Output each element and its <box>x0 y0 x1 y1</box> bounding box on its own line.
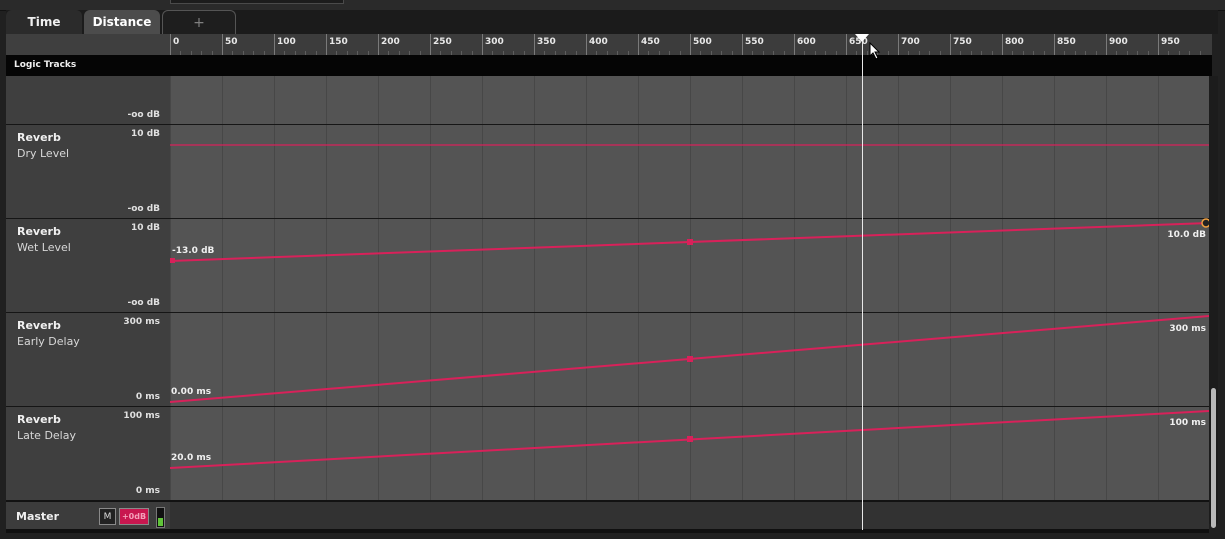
logic-tracks-header: Logic Tracks <box>6 55 1212 76</box>
ruler-tick <box>898 34 899 55</box>
track-name: Reverb <box>17 225 61 238</box>
wet-end-label: 10.0 dB <box>1167 230 1206 240</box>
ruler-tick <box>274 34 275 55</box>
track-name: Reverb <box>17 413 61 426</box>
track-min: -oo dB <box>127 298 160 308</box>
track-min: 0 ms <box>135 392 160 402</box>
wet-mid-point[interactable] <box>687 239 693 245</box>
late-start-label: 20.0 ms <box>171 453 211 463</box>
top-slot <box>170 0 344 4</box>
track-name: Reverb <box>17 131 61 144</box>
master-label-area: Master M +0dB <box>6 502 170 531</box>
ruler-tick <box>430 34 431 55</box>
ruler-tick-label: 350 <box>537 37 556 47</box>
ruler-tick <box>378 34 379 55</box>
ruler-tick <box>1158 34 1159 55</box>
ruler-tick-label: 950 <box>1161 37 1180 47</box>
track-param: Late Delay <box>17 429 76 442</box>
ruler-tick <box>1106 34 1107 55</box>
ruler-tick-label: 150 <box>329 37 348 47</box>
ruler-tick-label: 400 <box>589 37 608 47</box>
ruler-tick-label: 200 <box>381 37 400 47</box>
early-end-label: 300 ms <box>1169 324 1206 334</box>
track-max: 100 ms <box>123 411 160 421</box>
ruler-tick-label: 300 <box>485 37 504 47</box>
track-max: 10 dB <box>131 129 160 139</box>
tab-time[interactable]: Time <box>6 10 82 34</box>
ruler-tick-label: 50 <box>225 37 238 47</box>
ruler-tick-label: 550 <box>745 37 764 47</box>
ruler-tick-label: 750 <box>953 37 972 47</box>
meter-fill <box>158 518 163 526</box>
ruler-tick <box>794 34 795 55</box>
track-param: Wet Level <box>17 241 71 254</box>
ruler-spacer <box>6 34 170 55</box>
track-label-0[interactable]: -oo dB <box>6 76 170 124</box>
ruler-tick-label: 500 <box>693 37 712 47</box>
wet-end-point[interactable] <box>1201 218 1209 228</box>
early-start-label: 0.00 ms <box>171 387 211 397</box>
ruler-tick <box>222 34 223 55</box>
track-label-early-delay[interactable]: Reverb Early Delay 300 ms 0 ms <box>6 312 170 406</box>
track-label-dry-level[interactable]: Reverb Dry Level 10 dB -oo dB <box>6 124 170 218</box>
track-param: Dry Level <box>17 147 70 160</box>
ruler-tick-label: 700 <box>901 37 920 47</box>
ruler-tick-label: 850 <box>1057 37 1076 47</box>
master-track: Master M +0dB <box>6 500 1209 531</box>
ruler-tick <box>742 34 743 55</box>
master-strip <box>170 502 1209 531</box>
logic-tracks-label: Logic Tracks <box>14 60 77 70</box>
mouse-cursor-icon <box>869 42 881 60</box>
master-name: Master <box>16 510 60 523</box>
wet-start-point[interactable] <box>170 258 175 263</box>
track-min: -oo dB <box>127 204 160 214</box>
ruler-tick-label: 250 <box>433 37 452 47</box>
ruler-tick-label: 100 <box>277 37 296 47</box>
ruler-tick <box>586 34 587 55</box>
track-labels-column: -oo dB Reverb Dry Level 10 dB -oo dB Rev… <box>6 76 170 500</box>
ruler-tick-label: 450 <box>641 37 660 47</box>
scrollbar-thumb[interactable] <box>1211 388 1216 528</box>
track-name: Reverb <box>17 319 61 332</box>
playhead-marker[interactable] <box>854 34 869 42</box>
ruler-tick <box>534 34 535 55</box>
early-mid-point[interactable] <box>687 356 693 362</box>
wet-start-label: -13.0 dB <box>172 246 215 256</box>
late-mid-point[interactable] <box>687 436 693 442</box>
ruler-tick <box>638 34 639 55</box>
ruler-tick-label: 0 <box>173 37 180 47</box>
distance-ruler[interactable]: 0 50 100 150 200 250 300 350 400 450 500 550 600 650 7… <box>6 34 1212 56</box>
gain-button[interactable]: +0dB <box>119 508 149 525</box>
ruler-tick <box>690 34 691 55</box>
track-label-wet-level[interactable]: Reverb Wet Level 10 dB -oo dB <box>6 218 170 312</box>
track-max: 10 dB <box>131 223 160 233</box>
level-meter <box>156 507 165 528</box>
tab-distance[interactable]: Distance <box>84 10 160 34</box>
ruler-tick-label: 800 <box>1005 37 1024 47</box>
track-param: Early Delay <box>17 335 80 348</box>
ruler-tick-label: 600 <box>797 37 816 47</box>
late-end-label: 100 ms <box>1169 418 1206 428</box>
ruler-tick <box>950 34 951 55</box>
mute-button[interactable]: M <box>99 508 116 525</box>
track-min: -oo dB <box>127 110 160 120</box>
track-min: 0 ms <box>135 486 160 496</box>
track-label-late-delay[interactable]: Reverb Late Delay 100 ms 0 ms <box>6 406 170 500</box>
ruler-tick <box>846 34 847 55</box>
add-tab-button[interactable]: + <box>162 10 236 34</box>
playhead-line[interactable] <box>861 42 863 530</box>
automation-curves: -13.0 dB 10.0 dB 0.00 ms 300 ms 20.0 ms … <box>170 144 1209 469</box>
track-max: 300 ms <box>123 317 160 327</box>
ruler-tick <box>1002 34 1003 55</box>
automation-grid[interactable]: -13.0 dB 10.0 dB 0.00 ms 300 ms 20.0 ms … <box>170 76 1209 500</box>
ruler-tick <box>482 34 483 55</box>
ruler-tick <box>1054 34 1055 55</box>
ruler-tick-label: 900 <box>1109 37 1128 47</box>
ruler-tick <box>170 34 171 55</box>
view-tabs: Time Distance + <box>6 10 1218 34</box>
bottom-border <box>6 529 1209 533</box>
ruler-tick <box>326 34 327 55</box>
